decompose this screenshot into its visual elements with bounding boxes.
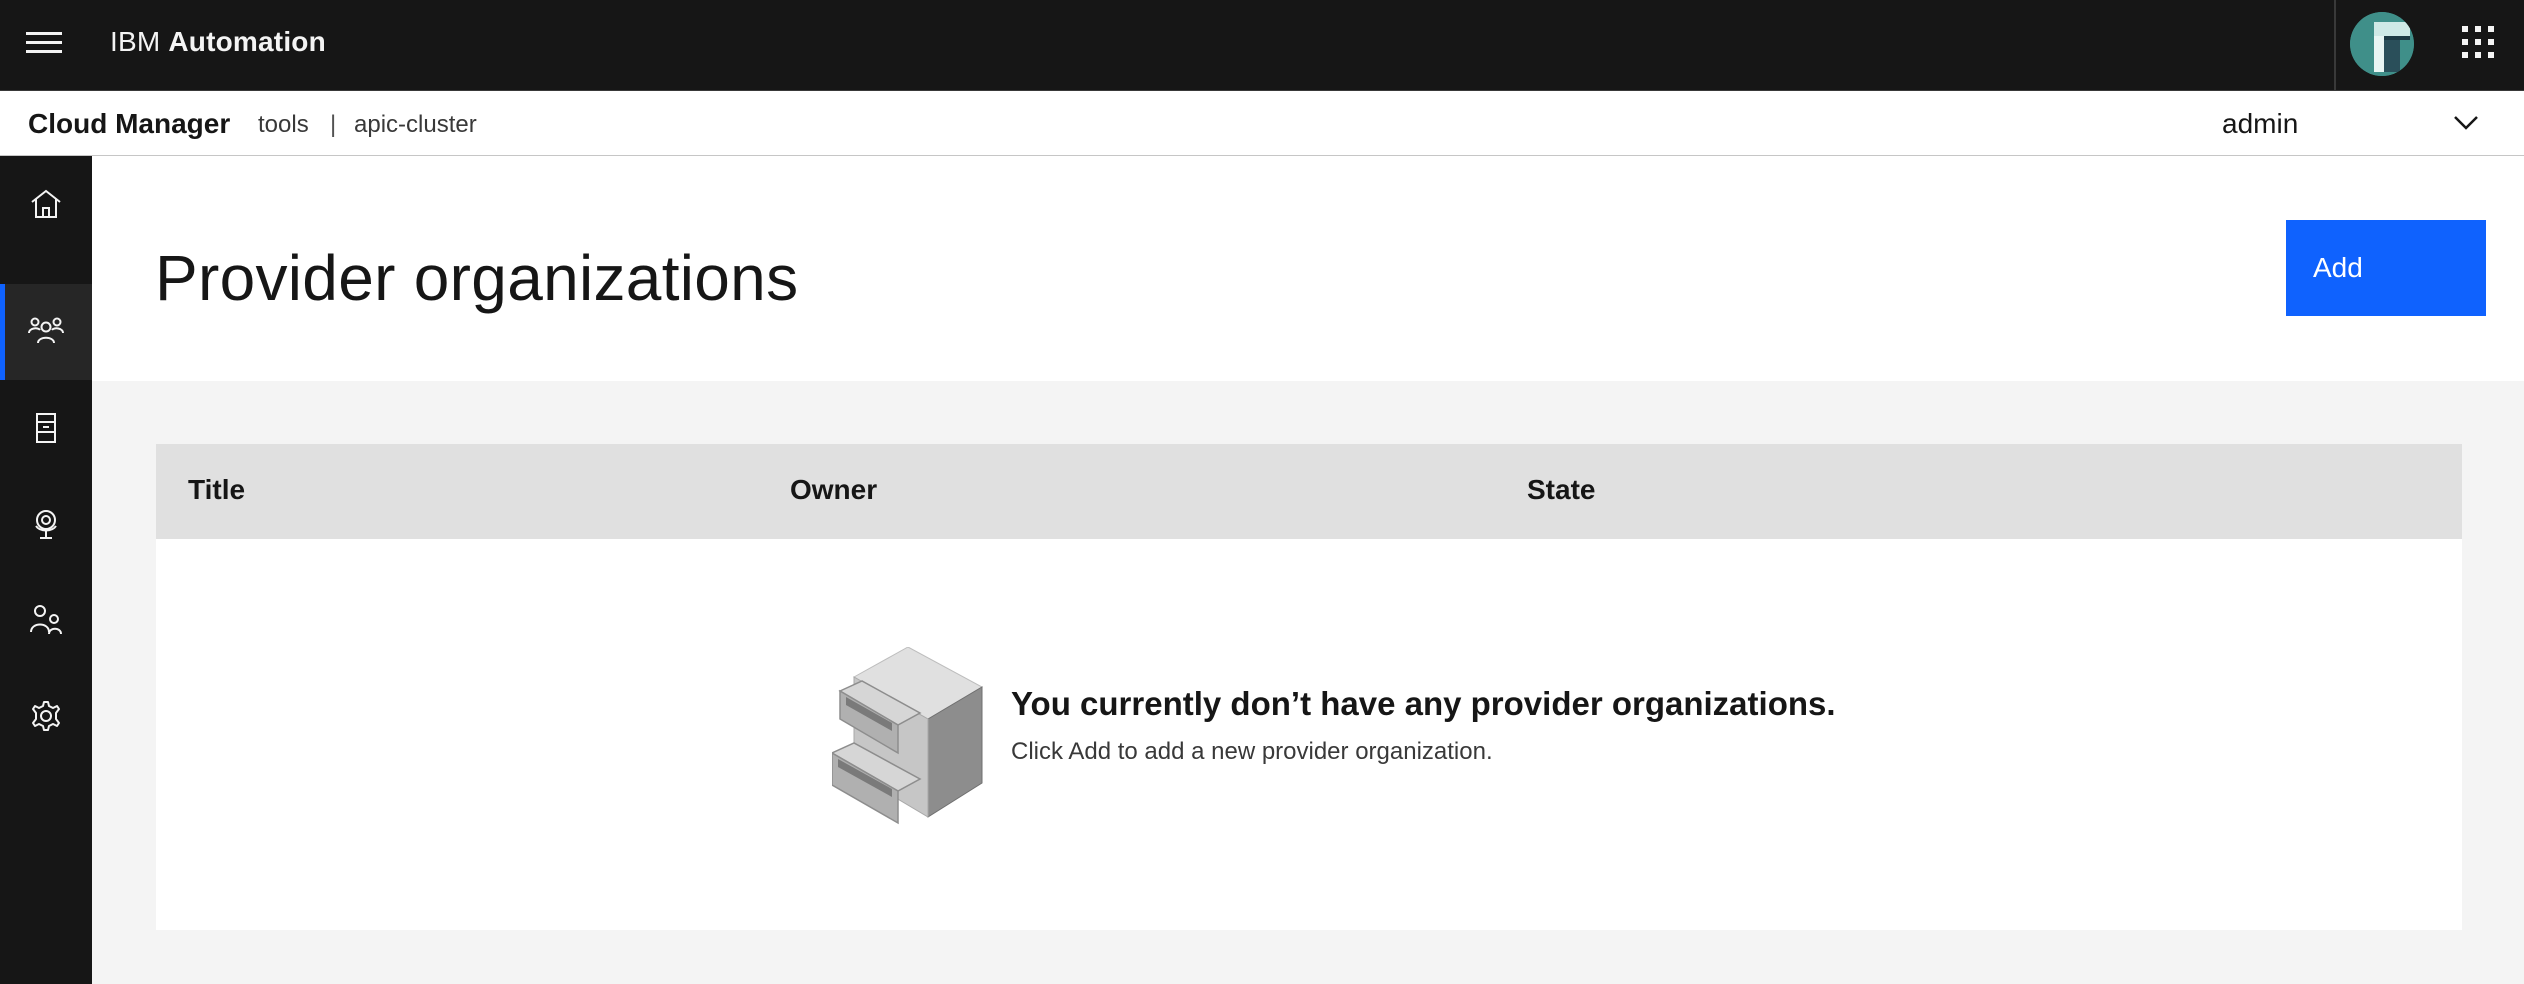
page-title: Provider organizations (155, 242, 799, 314)
breadcrumb-separator: | (330, 111, 337, 138)
app-name[interactable]: Cloud Manager (28, 108, 230, 140)
user-menu-dropdown[interactable]: admin (2210, 91, 2524, 155)
top-header: IBM Automation (0, 0, 2524, 90)
nav-item-provider-organizations[interactable] (0, 284, 92, 380)
provider-organizations-icon (28, 317, 64, 344)
chevron-down-icon (2454, 116, 2478, 130)
home-icon (31, 189, 61, 218)
add-button[interactable]: Add (2286, 220, 2486, 316)
empty-state-description: Click Add to add a new provider organiza… (1011, 738, 1493, 765)
brand-product: Automation (168, 26, 326, 57)
nav-item-topology[interactable] (0, 476, 92, 572)
empty-state: You currently don’t have any provider or… (156, 539, 2462, 930)
nav-item-members[interactable] (0, 572, 92, 668)
column-header-title[interactable]: Title (188, 474, 245, 506)
provider-organizations-table: Title Owner State You currently don’t ha… (156, 444, 2462, 930)
file-cabinet-icon (832, 647, 984, 825)
column-header-owner[interactable]: Owner (790, 474, 877, 506)
header-divider (2334, 0, 2336, 90)
side-navigation (0, 156, 92, 984)
page-header: Provider organizations Add (92, 156, 2524, 381)
user-name: admin (2222, 108, 2299, 139)
resources-icon (36, 413, 56, 443)
settings-icon (32, 701, 60, 731)
avatar-icon (2350, 12, 2414, 76)
menu-icon[interactable] (26, 32, 62, 58)
nav-item-home[interactable] (0, 156, 92, 252)
breadcrumb-apic-cluster[interactable]: apic-cluster (354, 111, 477, 139)
topology-icon (35, 510, 57, 539)
brand-prefix: IBM (110, 26, 161, 57)
breadcrumb-tools[interactable]: tools (258, 111, 309, 139)
table-header: Title Owner State (156, 444, 2462, 539)
members-icon (30, 605, 62, 635)
nav-item-resources[interactable] (0, 380, 92, 476)
avatar[interactable] (2350, 12, 2414, 76)
brand-name[interactable]: IBM Automation (110, 26, 326, 58)
sub-header: Cloud Manager tools | apic-cluster admin (0, 90, 2524, 156)
nav-item-settings[interactable] (0, 668, 92, 764)
empty-state-title: You currently don’t have any provider or… (1011, 685, 1836, 722)
column-header-state[interactable]: State (1527, 474, 1595, 506)
app-switcher-icon[interactable] (2462, 26, 2494, 58)
